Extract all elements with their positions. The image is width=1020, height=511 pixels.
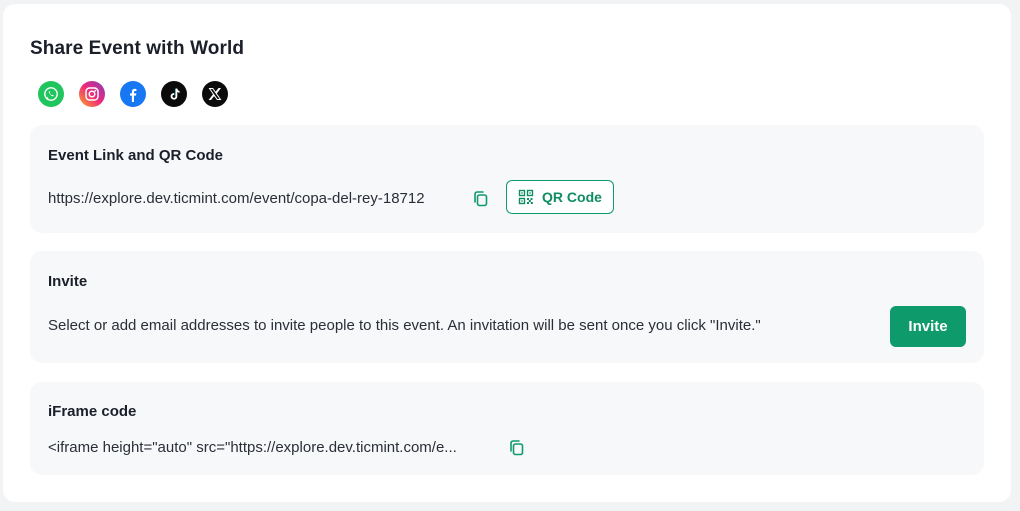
iframe-code: <iframe height="auto" src="https://explo… [48, 439, 457, 456]
invite-button[interactable]: Invite [890, 306, 966, 347]
share-event-card: Share Event with World Event Link and QR… [3, 4, 1011, 502]
copy-link-icon[interactable] [471, 189, 491, 209]
social-share-bar [38, 81, 228, 107]
event-link-title: Event Link and QR Code [48, 147, 224, 164]
facebook-icon[interactable] [120, 81, 146, 107]
whatsapp-icon[interactable] [38, 81, 64, 107]
event-url: https://explore.dev.ticmint.com/event/co… [48, 190, 425, 207]
invite-title: Invite [48, 273, 88, 290]
invite-description: Select or add email addresses to invite … [48, 317, 761, 334]
copy-iframe-icon[interactable] [507, 438, 527, 458]
qr-code-icon [518, 189, 534, 205]
iframe-title: iFrame code [48, 403, 137, 420]
instagram-icon[interactable] [79, 81, 105, 107]
iframe-section: iFrame code <iframe height="auto" src="h… [30, 382, 984, 475]
event-link-section: Event Link and QR Code https://explore.d… [30, 125, 984, 233]
x-icon[interactable] [202, 81, 228, 107]
tiktok-icon[interactable] [161, 81, 187, 107]
qr-code-button-label: QR Code [542, 189, 602, 205]
qr-code-button[interactable]: QR Code [506, 180, 614, 214]
page-title: Share Event with World [30, 38, 245, 59]
invite-section: Invite Select or add email addresses to … [30, 251, 984, 363]
